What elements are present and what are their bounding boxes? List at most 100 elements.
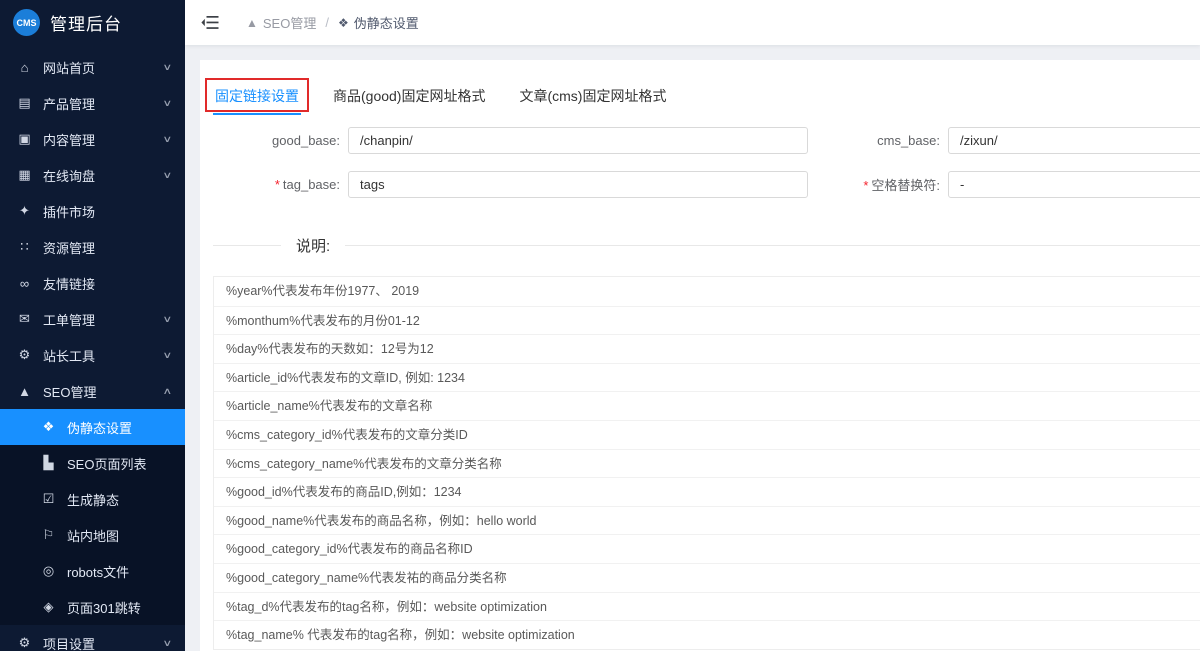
note-item: %good_name%代表发布的商品名称，例如：hello world xyxy=(214,505,1200,535)
sidebar-item-resources[interactable]: ∷ 资源管理 xyxy=(0,229,185,265)
app-logo: CMS 管理后台 xyxy=(0,0,185,45)
divider-label: 说明: xyxy=(296,238,331,255)
permalink-form: good_base: cms_base: *tag_base: *空格替换符: xyxy=(213,127,1200,198)
inquiry-icon: ▦ xyxy=(18,167,31,182)
chevron-down-icon: ∨ xyxy=(162,349,173,360)
sidebar-item-label: robots文件 xyxy=(67,564,130,580)
sidebar-item-pseudo-static[interactable]: ❖ 伪静态设置 xyxy=(0,409,185,445)
home-icon: ⌂ xyxy=(20,59,29,75)
space-replacer-label: * 空格替换符: xyxy=(808,175,948,194)
tag-base-input[interactable] xyxy=(348,171,808,198)
sidebar-item-label: 站内地图 xyxy=(67,528,120,544)
sidebar-item-friend-links[interactable]: ∞ 友情链接 xyxy=(0,265,185,301)
seo-pages-icon: ▙ xyxy=(43,455,54,470)
sidebar-item-seo[interactable]: ▲ SEO管理 ∧ xyxy=(0,373,185,409)
breadcrumb-current-label: 伪静态设置 xyxy=(353,16,419,31)
tag-base-label: * tag_base: xyxy=(213,177,348,192)
seo-icon: ▲ xyxy=(18,383,31,399)
tag-base-label-text: tag_base: xyxy=(282,177,340,192)
menu-fold-icon[interactable] xyxy=(201,15,219,30)
breadcrumb-separator: / xyxy=(325,15,329,30)
breadcrumb-current: ❖ 伪静态设置 xyxy=(338,13,419,32)
sidebar-item-robots[interactable]: ◎ robots文件 xyxy=(0,553,185,589)
products-icon: ▤ xyxy=(18,95,31,110)
sidebar-item-generate-static[interactable]: ☑ 生成静态 xyxy=(0,481,185,517)
sidebar-item-label: 站长工具 xyxy=(43,348,96,364)
redirect-301-icon: ◈ xyxy=(43,599,54,614)
chevron-down-icon: ∨ xyxy=(162,61,173,72)
tab-bar: 固定链接设置 商品(good)固定网址格式 文章(cms)固定网址格式 xyxy=(205,78,1200,115)
form-row: *tag_base: *空格替换符: xyxy=(213,171,1200,198)
tab-good-url-format[interactable]: 商品(good)固定网址格式 xyxy=(333,82,485,115)
sidebar-item-workorders[interactable]: ✉ 工单管理 ∨ xyxy=(0,301,185,337)
sidebar-item-label: 资源管理 xyxy=(43,240,96,256)
webmaster-tools-icon: ⚙ xyxy=(18,347,31,362)
sidebar-item-label: SEO管理 xyxy=(43,384,97,400)
sidebar-item-project-settings[interactable]: ⚙ 项目设置 ∨ xyxy=(0,625,185,651)
sidebar-item-seo-pages[interactable]: ▙ SEO页面列表 xyxy=(0,445,185,481)
breadcrumb: ▲ SEO管理 / ❖ 伪静态设置 xyxy=(246,13,419,32)
note-item: %good_id%代表发布的商品ID,例如：1234 xyxy=(214,477,1200,506)
sidebar-nav: ⌂ 网站首页 ∨ ▤ 产品管理 ∨ ▣ 内容管理 ∨ ▦ 在线询盘 ∨ ✦ 插件 xyxy=(0,45,185,651)
resources-icon: ∷ xyxy=(20,239,29,254)
tab-label: 固定链接设置 xyxy=(215,88,299,104)
breadcrumb-section-label: SEO管理 xyxy=(262,16,317,31)
sidebar-item-webmaster-tools[interactable]: ⚙ 站长工具 ∨ xyxy=(0,337,185,373)
sidebar-item-plugin-market[interactable]: ✦ 插件市场 xyxy=(0,193,185,229)
sidebar-item-label: 产品管理 xyxy=(43,96,96,112)
chevron-down-icon: ∨ xyxy=(162,97,173,108)
pseudo-static-icon: ❖ xyxy=(42,419,55,434)
note-item: %tag_name% 代表发布的tag名称，例如：website optimiz… xyxy=(214,620,1200,649)
sidebar-item-sitemap[interactable]: ⚐ 站内地图 xyxy=(0,517,185,553)
sidebar-item-label: 友情链接 xyxy=(43,276,96,292)
sidebar-item-label: 插件市场 xyxy=(43,204,96,220)
active-tab-ink-bar xyxy=(213,113,301,115)
pseudo-static-icon: ❖ xyxy=(337,15,349,30)
app-title: 管理后台 xyxy=(50,15,122,34)
robots-icon: ◎ xyxy=(42,563,55,578)
space-replacer-input[interactable] xyxy=(948,171,1200,198)
chevron-up-icon: ∧ xyxy=(162,385,173,396)
good-base-label: good_base: xyxy=(272,133,340,148)
note-item: %day%代表发布的天数如：12号为12 xyxy=(214,334,1200,363)
space-replacer-label-text: 空格替换符: xyxy=(871,178,940,193)
note-item: %good_category_name%代表发祐的商品分类名称 xyxy=(214,562,1200,592)
tab-cms-url-format[interactable]: 文章(cms)固定网址格式 xyxy=(519,82,666,115)
sidebar-item-label: 伪静态设置 xyxy=(67,420,133,436)
seo-icon: ▲ xyxy=(246,15,258,30)
note-item: %year%代表发布年份1977、 2019 xyxy=(226,284,420,298)
top-header: ▲ SEO管理 / ❖ 伪静态设置 xyxy=(185,0,1200,45)
tab-label: 商品(good)固定网址格式 xyxy=(333,88,486,104)
plugin-market-icon: ✦ xyxy=(19,203,30,218)
seo-submenu: ❖ 伪静态设置 ▙ SEO页面列表 ☑ 生成静态 ⚐ 站内地图 ◎ robots… xyxy=(0,409,185,625)
sidebar-item-label: 项目设置 xyxy=(43,636,96,651)
note-item: %good_category_id%代表发布的商品名称ID xyxy=(214,534,1200,563)
required-asterisk: * xyxy=(274,177,280,192)
note-item: %cms_category_id%代表发布的文章分类ID xyxy=(214,419,1200,449)
divider-line xyxy=(213,245,281,246)
chevron-down-icon: ∨ xyxy=(162,133,173,144)
placeholder-notes-list: %year%代表发布年份1977、 2019 %monthum%代表发布的月份0… xyxy=(213,276,1200,650)
chevron-down-icon: ∨ xyxy=(162,169,173,180)
chevron-down-icon: ∨ xyxy=(162,313,173,324)
sidebar-item-label: 在线询盘 xyxy=(43,168,96,184)
sidebar-item-home[interactable]: ⌂ 网站首页 ∨ xyxy=(0,49,185,85)
sidebar-item-label: 网站首页 xyxy=(43,60,96,76)
sidebar-item-301-redirect[interactable]: ◈ 页面301跳转 xyxy=(0,589,185,625)
cms-logo-icon: CMS xyxy=(13,9,40,36)
breadcrumb-section[interactable]: ▲ SEO管理 xyxy=(246,13,316,32)
sidebar-item-products[interactable]: ▤ 产品管理 ∨ xyxy=(0,85,185,121)
sidebar-item-label: SEO页面列表 xyxy=(67,456,147,472)
sidebar-item-content[interactable]: ▣ 内容管理 ∨ xyxy=(0,121,185,157)
note-item: %tag_d%代表发布的tag名称，例如：website optimizatio… xyxy=(214,591,1200,621)
sidebar-item-label: 生成静态 xyxy=(67,492,120,508)
tab-permalink-settings[interactable]: 固定链接设置 xyxy=(205,78,309,115)
link-icon: ∞ xyxy=(19,275,30,291)
sidebar-item-inquiry[interactable]: ▦ 在线询盘 ∨ xyxy=(0,157,185,193)
workorder-icon: ✉ xyxy=(19,311,30,326)
form-row: good_base: cms_base: xyxy=(213,127,1200,154)
divider-line xyxy=(345,245,1200,246)
good-base-input[interactable] xyxy=(348,127,808,154)
content-card: 固定链接设置 商品(good)固定网址格式 文章(cms)固定网址格式 good… xyxy=(200,60,1200,651)
cms-base-input[interactable] xyxy=(948,127,1200,154)
